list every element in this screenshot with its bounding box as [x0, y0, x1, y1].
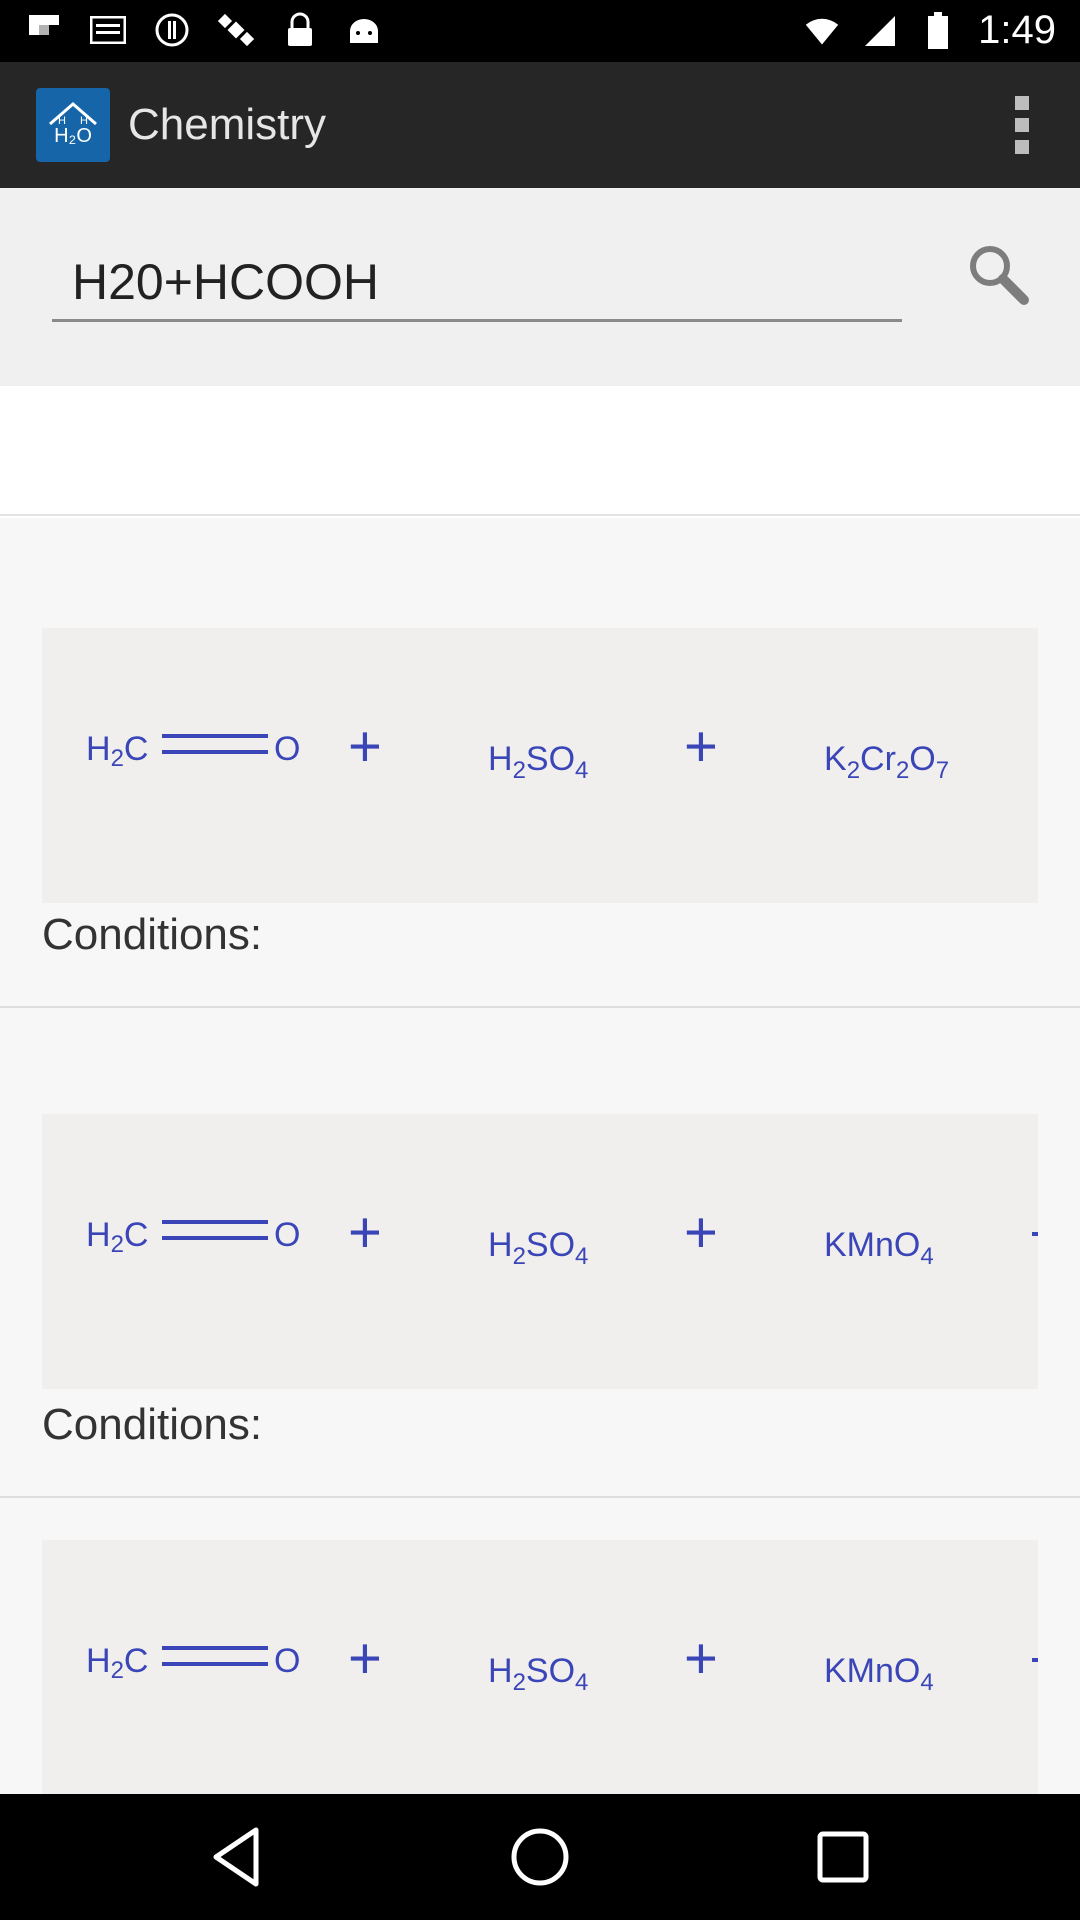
equation-image: H2C O + H2SO4 + KMnO4 — [42, 1540, 1038, 1794]
svg-text:O: O — [274, 730, 300, 768]
app-logo-icon: H₂O H H — [36, 88, 110, 162]
app-bar: H₂O H H Chemistry — [0, 62, 1080, 188]
battery-icon — [920, 11, 956, 51]
equation-image: H2C O + H2SO4 + KMnO4 — [42, 1114, 1038, 1389]
conditions-label: Conditions: — [42, 1400, 263, 1449]
satellite-icon — [218, 10, 254, 50]
plus-sign: + — [684, 1626, 718, 1691]
formula-h2so4: H2SO4 — [488, 740, 588, 784]
results-list: H2C O + H2SO4 + K2Cr2O7 Conditions: H2C … — [0, 518, 1080, 1794]
formula-h2co: H2C — [86, 1216, 148, 1258]
plus-sign: + — [684, 714, 718, 779]
formula-h2so4: H2SO4 — [488, 1652, 588, 1696]
clock: 1:49 — [978, 8, 1056, 52]
app-title: Chemistry — [128, 100, 327, 149]
result-item[interactable]: H2C O + H2SO4 + KMnO4 Conditions: — [0, 1008, 1080, 1498]
empty-result-row — [0, 386, 1080, 516]
navigation-bar — [0, 1794, 1080, 1920]
plus-sign: + — [348, 1626, 382, 1691]
lock-icon — [282, 10, 318, 50]
formula-kmno4: KMnO4 — [824, 1226, 934, 1270]
equation-image: H2C O + H2SO4 + K2Cr2O7 — [42, 628, 1038, 903]
plus-sign: + — [348, 714, 382, 779]
flipboard-icon — [26, 10, 62, 50]
plus-sign: + — [348, 1200, 382, 1265]
wifi-icon — [804, 11, 840, 51]
svg-text:O: O — [274, 1216, 300, 1254]
android-icon — [346, 10, 382, 50]
formula-h2co: H2C — [86, 1642, 148, 1684]
plus-sign: + — [684, 1200, 718, 1265]
result-item[interactable]: H2C O + H2SO4 + K2Cr2O7 Conditions: — [0, 518, 1080, 1008]
back-icon[interactable] — [206, 1824, 272, 1890]
home-icon[interactable] — [507, 1824, 573, 1890]
svg-text:H: H — [80, 115, 88, 127]
status-bar: 1:49 — [0, 0, 1080, 62]
recents-icon[interactable] — [810, 1824, 876, 1890]
signal-icon — [862, 11, 898, 51]
search-icon[interactable] — [966, 242, 1030, 306]
formula-k2cr2o7: K2Cr2O7 — [824, 740, 949, 784]
overflow-menu-icon[interactable] — [1010, 96, 1034, 154]
conditions-label: Conditions: — [42, 910, 263, 959]
search-input[interactable] — [52, 244, 902, 322]
formula-kmno4: KMnO4 — [824, 1652, 934, 1696]
result-item[interactable]: H2C O + H2SO4 + KMnO4 — [0, 1498, 1080, 1794]
svg-text:H₂O: H₂O — [54, 125, 92, 147]
formula-h2co: H2C — [86, 730, 148, 772]
search-area — [0, 188, 1080, 386]
mail-icon — [90, 10, 126, 50]
alert-icon — [154, 10, 190, 50]
svg-text:H: H — [58, 115, 66, 127]
formula-h2so4: H2SO4 — [488, 1226, 588, 1270]
svg-text:O: O — [274, 1642, 300, 1680]
